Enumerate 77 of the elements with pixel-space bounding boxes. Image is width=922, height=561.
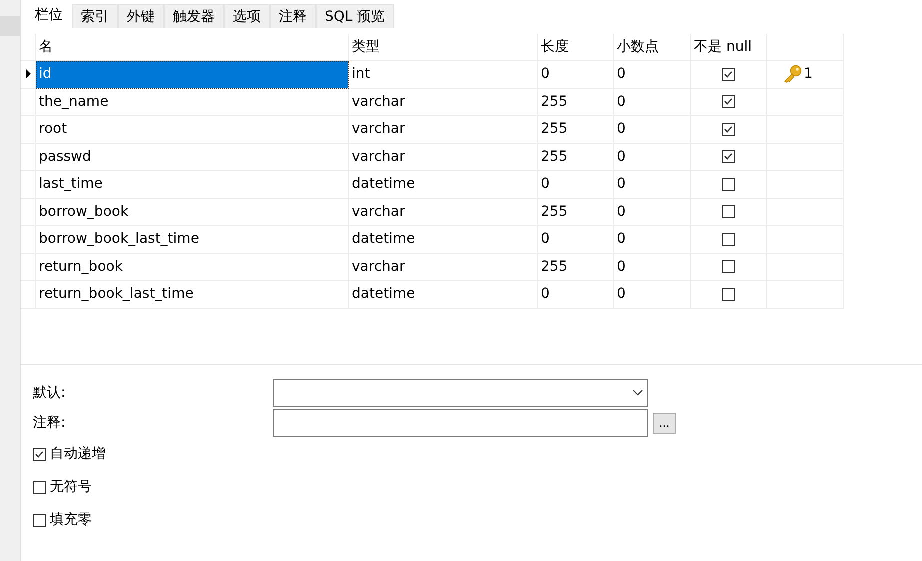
row-header-cell[interactable]	[21, 116, 36, 144]
key-order: 1	[804, 66, 813, 82]
checkbox[interactable]	[722, 95, 735, 108]
checkbox-label: 无符号	[50, 478, 92, 497]
table-cell: id	[36, 61, 349, 88]
row-header-cell[interactable]	[21, 254, 36, 281]
table-cell: passwd	[36, 144, 349, 171]
checkbox[interactable]	[33, 448, 46, 461]
checkbox[interactable]	[722, 178, 735, 191]
checkbox[interactable]	[722, 205, 735, 218]
table-cell: datetime	[349, 226, 538, 254]
table-cell: varchar	[349, 116, 538, 144]
chevron-down-icon	[633, 390, 643, 396]
table-cell: 255	[538, 88, 614, 116]
table-cell: 0	[614, 61, 691, 88]
table-cell: 0	[538, 281, 614, 308]
table-cell: last_time	[36, 171, 349, 198]
row-header-cell[interactable]	[21, 226, 36, 254]
checkbox[interactable]	[722, 150, 735, 164]
table-cell: 0	[614, 198, 691, 226]
table-cell: int	[349, 61, 538, 88]
checkbox-label: 填充零	[50, 511, 92, 530]
table-cell: varchar	[349, 254, 538, 281]
field-label: 默认:	[33, 384, 67, 402]
column-header: 小数点	[614, 34, 691, 61]
table-cell: borrow_book_last_time	[36, 226, 349, 254]
key-icon	[783, 65, 803, 84]
table-cell: 0	[614, 226, 691, 254]
checkbox[interactable]	[33, 481, 46, 494]
checkbox[interactable]	[722, 122, 735, 136]
table-cell: the_name	[36, 88, 349, 116]
checkbox[interactable]	[33, 514, 46, 527]
checkbox[interactable]	[722, 288, 735, 301]
table-cell: datetime	[349, 171, 538, 198]
table-cell: 0	[614, 88, 691, 116]
browse-button[interactable]: ...	[653, 412, 676, 434]
table-cell: 0	[538, 226, 614, 254]
tab[interactable]: 触发器	[164, 4, 224, 28]
field-label: 注释:	[33, 414, 67, 432]
table-cell: 255	[538, 254, 614, 281]
checkbox[interactable]	[722, 232, 735, 246]
table-cell: return_book	[36, 254, 349, 281]
table-cell: 0	[614, 171, 691, 198]
tab[interactable]: SQL 预览	[316, 4, 394, 28]
table-cell: 255	[538, 198, 614, 226]
column-header: 类型	[349, 34, 538, 61]
row-header-cell[interactable]	[21, 144, 36, 171]
table-cell: 0	[614, 116, 691, 144]
table-cell: 0	[614, 144, 691, 171]
tab[interactable]: 外键	[118, 4, 164, 28]
column-header: 不是 null	[691, 34, 767, 61]
table-cell: 0	[614, 281, 691, 308]
tab[interactable]: 注释	[270, 4, 316, 28]
table-cell: 255	[538, 116, 614, 144]
row-header-cell[interactable]	[21, 171, 36, 198]
comment-field[interactable]	[273, 409, 648, 437]
row-header-cell[interactable]	[21, 88, 36, 116]
checkbox[interactable]	[722, 260, 735, 274]
table-cell: varchar	[349, 144, 538, 171]
checkbox-label: 自动递增	[50, 445, 106, 464]
table-cell: borrow_book	[36, 198, 349, 226]
table-cell: 0	[614, 254, 691, 281]
table-cell: 255	[538, 144, 614, 171]
tab[interactable]: 索引	[72, 4, 118, 28]
table-cell: return_book_last_time	[36, 281, 349, 308]
row-header-cell[interactable]	[21, 198, 36, 226]
row-header-cell[interactable]	[21, 281, 36, 308]
default-dropdown[interactable]	[273, 379, 648, 407]
table-cell: root	[36, 116, 349, 144]
column-header: 长度	[538, 34, 614, 61]
table-cell: varchar	[349, 88, 538, 116]
table-cell: 0	[538, 61, 614, 88]
table-cell: 0	[538, 171, 614, 198]
checkbox[interactable]	[722, 68, 735, 81]
tab[interactable]: 选项	[224, 4, 270, 28]
table-cell: datetime	[349, 281, 538, 308]
table-cell: varchar	[349, 198, 538, 226]
